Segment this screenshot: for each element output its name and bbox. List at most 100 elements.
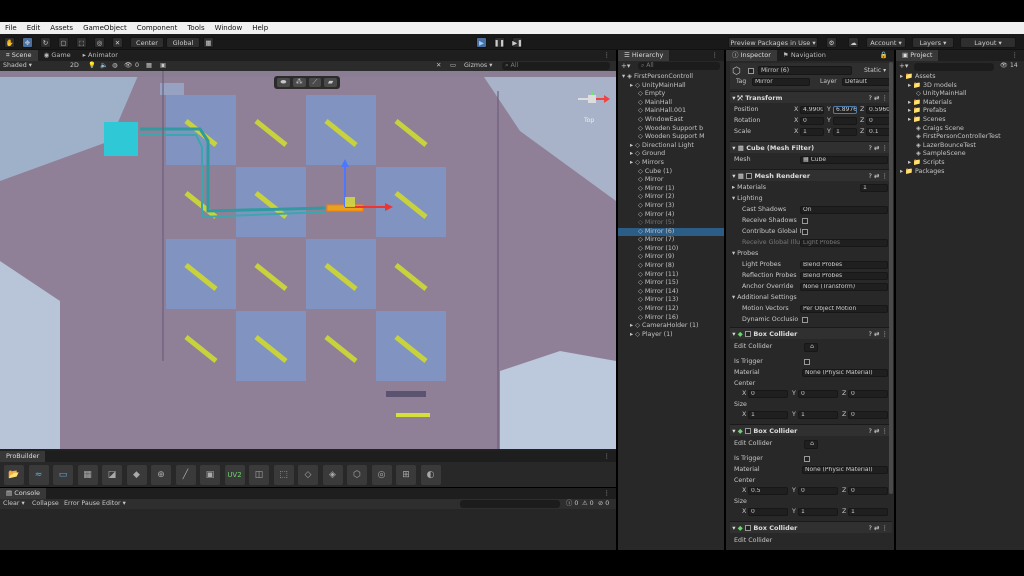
pivot-space-button[interactable]: Global <box>166 37 200 48</box>
project-item[interactable]: ▸ 📁 Scripts <box>896 159 1024 168</box>
hierarchy-item[interactable]: ◇ Mirror (5) <box>618 219 724 228</box>
anchor-override-field[interactable]: None (Transform) <box>800 283 888 291</box>
panel-menu-icon[interactable]: ⋮ <box>598 488 617 499</box>
snap-icon[interactable]: ▦ <box>203 37 214 48</box>
probuilder-tool-icon[interactable]: ╱ <box>175 465 196 485</box>
console-error-pause-button[interactable]: Error Pause <box>64 499 100 509</box>
step-icon[interactable]: ▶❚ <box>512 37 523 48</box>
hierarchy-item[interactable]: ◇ Mirror (16) <box>618 314 724 323</box>
project-item[interactable]: ▸ 📁 Scenes <box>896 116 1024 125</box>
scale-y-field[interactable]: 1 <box>833 128 857 136</box>
box-collider-header[interactable]: ▾ ◆ Box Collider? ⇄ ⋮ <box>730 424 892 436</box>
hierarchy-item[interactable]: ▸ ◇ Directional Light <box>618 142 724 151</box>
probuilder-tool-icon[interactable]: ⬚ <box>273 465 294 485</box>
dynamic-occlusion-checkbox[interactable] <box>802 317 808 323</box>
hierarchy-item[interactable]: ◇ Mirror (9) <box>618 253 724 262</box>
materials-row[interactable]: ▸ Materials 1 <box>730 183 892 193</box>
reflection-probes-dropdown[interactable]: Blend Probes <box>800 272 888 280</box>
camera-object[interactable] <box>160 83 184 95</box>
lighting-icon[interactable]: 💡 <box>88 61 96 71</box>
probuilder-tool-icon[interactable]: ◎ <box>371 465 392 485</box>
move-tool-icon[interactable]: ✥ <box>22 37 33 48</box>
checkbox-checked-icon[interactable] <box>745 525 752 531</box>
position-y-field[interactable]: 6.8976 <box>833 106 857 114</box>
hierarchy-item[interactable]: ◇ Mirror (10) <box>618 245 724 254</box>
tab-inspector[interactable]: ⓘ Inspector <box>726 50 777 61</box>
menu-item-component[interactable]: Component <box>132 24 183 32</box>
scale-tool-icon[interactable]: ▢ <box>58 37 69 48</box>
size-z-field[interactable]: 0 <box>848 411 888 419</box>
hierarchy-item[interactable]: ◇ Mirror (11) <box>618 271 724 280</box>
object-name-field[interactable]: Mirror (6) <box>758 66 852 75</box>
hierarchy-item[interactable]: ◇ Mirror <box>618 176 724 185</box>
collab-icon[interactable]: ⚙ <box>826 37 837 48</box>
project-item[interactable]: ▸ 📁 3D models <box>896 82 1024 91</box>
layer-dropdown[interactable]: Default <box>842 78 890 86</box>
console-warning-count[interactable]: ⚠ 0 <box>582 499 594 509</box>
is-trigger-checkbox[interactable] <box>804 359 810 365</box>
menu-item-file[interactable]: File <box>0 24 22 32</box>
probuilder-tool-icon[interactable]: ◆ <box>126 465 147 485</box>
menu-item-tools[interactable]: Tools <box>182 24 209 32</box>
probuilder-title[interactable]: ProBuilder <box>0 451 46 462</box>
layers-dropdown[interactable]: Layers ▾ <box>912 37 954 48</box>
hierarchy-tab[interactable]: ☰ Hierarchy <box>618 50 670 61</box>
is-trigger-checkbox[interactable] <box>804 456 810 462</box>
hierarchy-item[interactable]: ▸ ◇ Ground <box>618 150 724 159</box>
scene-viewport[interactable]: ⬬ ⁂ ⟋ ▰ Top <box>0 71 616 449</box>
hierarchy-item[interactable]: ◇ Mirror (1) <box>618 185 724 194</box>
mode-2d-toggle[interactable]: 2D <box>70 61 79 71</box>
visibility-icon[interactable]: 👁 <box>124 61 132 71</box>
audio-icon[interactable]: 🔈 <box>100 61 108 71</box>
grid-icon[interactable]: ▦ <box>146 61 152 71</box>
collider-material-field[interactable]: None (Physic Material) <box>802 369 888 377</box>
hierarchy-item[interactable]: ▾ ◈ FirstPersonControll <box>618 73 724 82</box>
tab-navigation[interactable]: ⚑ Navigation <box>777 50 832 61</box>
transform-tool-icon[interactable]: ◎ <box>94 37 105 48</box>
panel-menu-icon[interactable]: ⋮ <box>1006 50 1024 61</box>
rect-tool-icon[interactable]: ⬚ <box>76 37 87 48</box>
panel-menu-icon[interactable]: ⋮ <box>706 50 725 61</box>
probuilder-tool-icon[interactable]: ⊕ <box>151 465 171 485</box>
materials-count[interactable]: 1 <box>860 184 888 192</box>
center-y-field[interactable]: 0 <box>798 390 838 398</box>
receive-shadows-checkbox[interactable] <box>802 218 808 224</box>
size-y-field[interactable]: 1 <box>798 411 838 419</box>
probuilder-tool-icon[interactable]: ◪ <box>102 465 122 485</box>
mirror-object[interactable] <box>254 119 288 147</box>
console-collapse-button[interactable]: Collapse <box>32 499 59 509</box>
scale-x-field[interactable]: 1 <box>800 128 824 136</box>
center-x-field[interactable]: 0 <box>748 390 788 398</box>
panel-menu-icon[interactable]: ⋮ <box>598 451 617 462</box>
collider-material-field[interactable]: None (Physic Material) <box>802 466 888 474</box>
gizmos-dropdown[interactable]: Gizmos ▾ <box>464 61 492 71</box>
mirror-object[interactable] <box>394 263 428 291</box>
mirror-object[interactable] <box>254 263 288 291</box>
inspector-scrollbar[interactable] <box>889 62 893 494</box>
size-x-field[interactable]: 1 <box>748 411 788 419</box>
component-menu-icon[interactable]: ? ⇄ ⋮ <box>868 522 888 534</box>
panel-menu-icon[interactable]: ⋮ <box>598 50 617 61</box>
hierarchy-item[interactable]: ◇ Wooden Support M <box>618 133 724 142</box>
checkbox-checked-icon[interactable] <box>745 331 752 337</box>
play-icon[interactable]: ▶ <box>476 37 487 48</box>
create-icon[interactable]: +▾ <box>899 62 908 70</box>
project-item[interactable]: ◈ LazerBounceTest <box>896 142 1024 151</box>
tab-animator[interactable]: ▸ Animator <box>77 50 124 61</box>
overlay-vertex-icon[interactable]: ⁂ <box>292 78 306 87</box>
static-toggle[interactable]: Static ▾ <box>864 67 886 74</box>
size-y-field[interactable]: 1 <box>798 508 838 516</box>
layout-dropdown[interactable]: Layout ▾ <box>960 37 1016 48</box>
gizmo-settings-icon[interactable]: ▭ <box>450 61 456 71</box>
hierarchy-search-input[interactable]: ⌕ All <box>638 62 720 70</box>
probuilder-tool-icon[interactable]: ⊞ <box>396 465 416 485</box>
menu-item-help[interactable]: Help <box>247 24 273 32</box>
mirror-object[interactable] <box>394 119 428 147</box>
center-y-field[interactable]: 0 <box>798 487 838 495</box>
probes-foldout[interactable]: ▾ Probes <box>730 249 892 259</box>
project-visibility-icon[interactable]: 👁 <box>1000 62 1008 69</box>
project-item[interactable]: ◈ SampleScene <box>896 150 1024 159</box>
center-x-field[interactable]: 0.5 <box>748 487 788 495</box>
hierarchy-item[interactable]: ◇ Empty <box>618 90 724 99</box>
probuilder-tool-icon[interactable]: ▭ <box>53 465 73 485</box>
